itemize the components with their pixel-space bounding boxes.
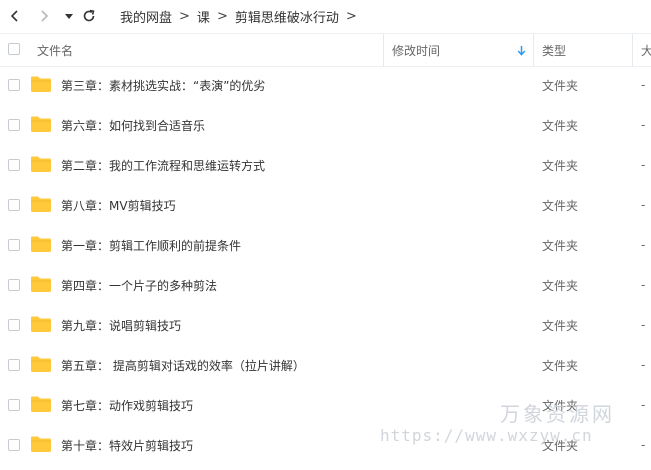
- breadcrumb-item-my-drive[interactable]: 我的网盘: [120, 7, 172, 26]
- table-row[interactable]: 第四章：一个片子的多种剪法 文件夹 -: [0, 265, 651, 305]
- breadcrumb: 我的网盘 > 课 > 剪辑思维破冰行动 >: [120, 0, 364, 32]
- row-checkbox[interactable]: [8, 79, 20, 91]
- row-checkbox[interactable]: [8, 119, 20, 131]
- chevron-left-icon: [10, 10, 18, 22]
- table-row[interactable]: 第五章： 提高剪辑对话戏的效率（拉片讲解） 文件夹 -: [0, 345, 651, 385]
- folder-icon: [31, 276, 51, 292]
- row-checkbox[interactable]: [8, 279, 20, 291]
- column-header-size[interactable]: 大: [641, 34, 651, 66]
- row-checkbox[interactable]: [8, 319, 20, 331]
- breadcrumb-item-course[interactable]: 课: [197, 7, 210, 26]
- file-type: 文件夹: [542, 158, 579, 173]
- file-type: 文件夹: [542, 318, 579, 333]
- file-size: -: [641, 438, 646, 452]
- column-divider[interactable]: [632, 34, 633, 66]
- folder-icon: [31, 156, 51, 172]
- row-checkbox[interactable]: [8, 159, 20, 171]
- folder-icon: [31, 196, 51, 212]
- column-header-modified[interactable]: 修改时间: [392, 34, 440, 66]
- refresh-icon: [83, 9, 95, 22]
- table-row[interactable]: 第九章：说唱剪辑技巧 文件夹 -: [0, 305, 651, 345]
- file-name[interactable]: 第一章：剪辑工作顺利的前提条件: [61, 225, 241, 265]
- table-row[interactable]: 第一章：剪辑工作顺利的前提条件 文件夹 -: [0, 225, 651, 265]
- table-row[interactable]: 第七章：动作戏剪辑技巧 文件夹 -: [0, 385, 651, 425]
- file-type: 文件夹: [542, 398, 579, 413]
- table-row[interactable]: 第八章：MV剪辑技巧 文件夹 -: [0, 185, 651, 225]
- file-type: 文件夹: [542, 78, 579, 93]
- file-name[interactable]: 第八章：MV剪辑技巧: [61, 185, 176, 225]
- table-row[interactable]: 第三章：素材挑选实战：“表演”的优劣 文件夹 -: [0, 65, 651, 105]
- file-size: -: [641, 278, 646, 292]
- forward-button[interactable]: [34, 6, 54, 26]
- file-type: 文件夹: [542, 238, 579, 253]
- row-checkbox[interactable]: [8, 439, 20, 451]
- file-type: 文件夹: [542, 118, 579, 133]
- history-dropdown-button[interactable]: [59, 6, 79, 26]
- breadcrumb-separator: >: [345, 8, 357, 24]
- file-type: 文件夹: [542, 358, 579, 373]
- file-size: -: [641, 78, 646, 92]
- file-name[interactable]: 第四章：一个片子的多种剪法: [61, 265, 217, 305]
- file-size: -: [641, 398, 646, 412]
- chevron-right-icon: [41, 10, 49, 22]
- file-name[interactable]: 第二章：我的工作流程和思维运转方式: [61, 145, 265, 185]
- toolbar: 我的网盘 > 课 > 剪辑思维破冰行动 >: [0, 0, 651, 32]
- file-size: -: [641, 358, 646, 372]
- file-size: -: [641, 318, 646, 332]
- row-checkbox[interactable]: [8, 199, 20, 211]
- refresh-button[interactable]: [79, 6, 99, 26]
- file-type: 文件夹: [542, 438, 579, 453]
- sort-arrow-down-icon[interactable]: [517, 34, 526, 66]
- column-header-name[interactable]: 文件名: [37, 34, 73, 66]
- file-size: -: [641, 158, 646, 172]
- table-row[interactable]: 第十章：特效片剪辑技巧 文件夹 -: [0, 425, 651, 465]
- folder-icon: [31, 316, 51, 332]
- column-header-type[interactable]: 类型: [542, 34, 566, 66]
- file-type: 文件夹: [542, 198, 579, 213]
- file-type: 文件夹: [542, 278, 579, 293]
- file-name[interactable]: 第三章：素材挑选实战：“表演”的优劣: [61, 65, 265, 105]
- column-divider[interactable]: [533, 34, 534, 66]
- column-divider[interactable]: [383, 34, 384, 66]
- table-row[interactable]: 第二章：我的工作流程和思维运转方式 文件夹 -: [0, 145, 651, 185]
- file-size: -: [641, 198, 646, 212]
- file-name[interactable]: 第七章：动作戏剪辑技巧: [61, 385, 193, 425]
- file-name[interactable]: 第五章： 提高剪辑对话戏的效率（拉片讲解）: [61, 345, 305, 385]
- select-all-checkbox[interactable]: [8, 43, 20, 55]
- back-button[interactable]: [5, 6, 25, 26]
- breadcrumb-item-current-folder[interactable]: 剪辑思维破冰行动: [235, 7, 339, 26]
- file-size: -: [641, 238, 646, 252]
- file-name[interactable]: 第十章：特效片剪辑技巧: [61, 425, 193, 465]
- folder-icon: [31, 76, 51, 92]
- row-checkbox[interactable]: [8, 239, 20, 251]
- folder-icon: [31, 436, 51, 452]
- row-checkbox[interactable]: [8, 399, 20, 411]
- caret-down-icon: [65, 14, 73, 19]
- file-list-header: 文件名 修改时间 类型 大: [0, 33, 651, 67]
- folder-icon: [31, 116, 51, 132]
- file-name[interactable]: 第九章：说唱剪辑技巧: [61, 305, 181, 345]
- table-row[interactable]: 第六章：如何找到合适音乐 文件夹 -: [0, 105, 651, 145]
- breadcrumb-separator: >: [179, 8, 190, 24]
- file-size: -: [641, 118, 646, 132]
- breadcrumb-separator: >: [216, 8, 228, 24]
- folder-icon: [31, 356, 51, 372]
- folder-icon: [31, 236, 51, 252]
- file-name[interactable]: 第六章：如何找到合适音乐: [61, 105, 205, 145]
- folder-icon: [31, 396, 51, 412]
- row-checkbox[interactable]: [8, 359, 20, 371]
